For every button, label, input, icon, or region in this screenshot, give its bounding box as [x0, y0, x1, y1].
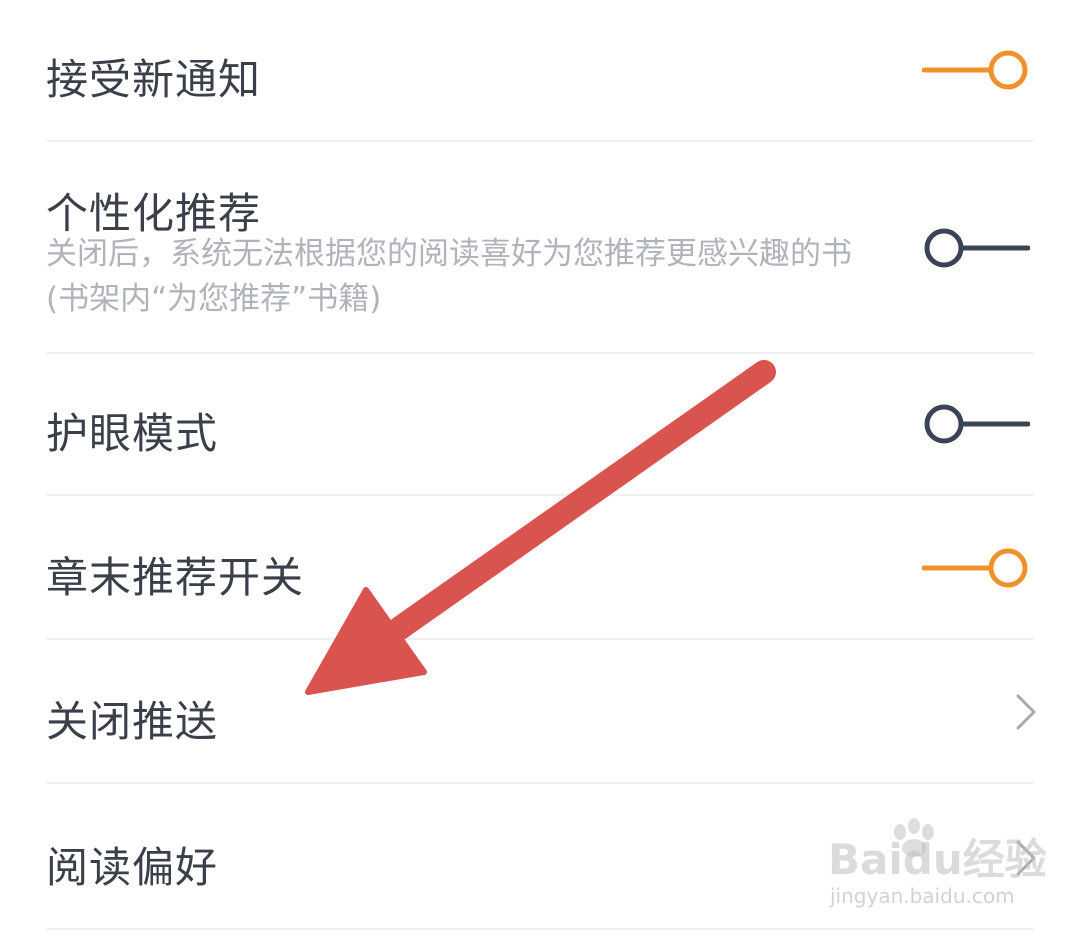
toggle-switch-on-icon[interactable] — [922, 546, 1030, 590]
watermark-main-text: Baidu经验 — [828, 835, 1047, 884]
setting-row-close-push[interactable]: 关闭推送 — [0, 638, 1080, 782]
toggle-switch-off-icon[interactable] — [922, 226, 1030, 270]
setting-row-chapter-end-recommendation[interactable]: 章末推荐开关 — [0, 494, 1080, 638]
toggle-switch-off-icon[interactable] — [922, 402, 1030, 446]
setting-row-new-notifications[interactable]: 接受新通知 — [0, 0, 1080, 140]
divider — [46, 928, 1034, 930]
toggle-switch-on-icon[interactable] — [922, 48, 1030, 92]
setting-label: 护眼模式 — [46, 409, 219, 458]
setting-label: 章末推荐开关 — [46, 553, 305, 602]
setting-label: 阅读偏好 — [46, 843, 219, 892]
chevron-right-icon — [1016, 694, 1036, 730]
setting-row-personalized-recommendation[interactable]: 个性化推荐 关闭后，系统无法根据您的阅读喜好为您推荐更感兴趣的书(书架内“为您推… — [0, 140, 1080, 352]
setting-row-eye-protection[interactable]: 护眼模式 — [0, 352, 1080, 494]
setting-label: 关闭推送 — [46, 697, 219, 746]
setting-label: 接受新通知 — [46, 55, 262, 104]
watermark-url-text: jingyan.baidu.com — [830, 884, 1015, 908]
setting-description: 关闭后，系统无法根据您的阅读喜好为您推荐更感兴趣的书(书架内“为您推荐”书籍) — [46, 236, 852, 317]
baidu-jingyan-watermark: Baidu经验 jingyan.baidu.com — [828, 818, 1047, 918]
